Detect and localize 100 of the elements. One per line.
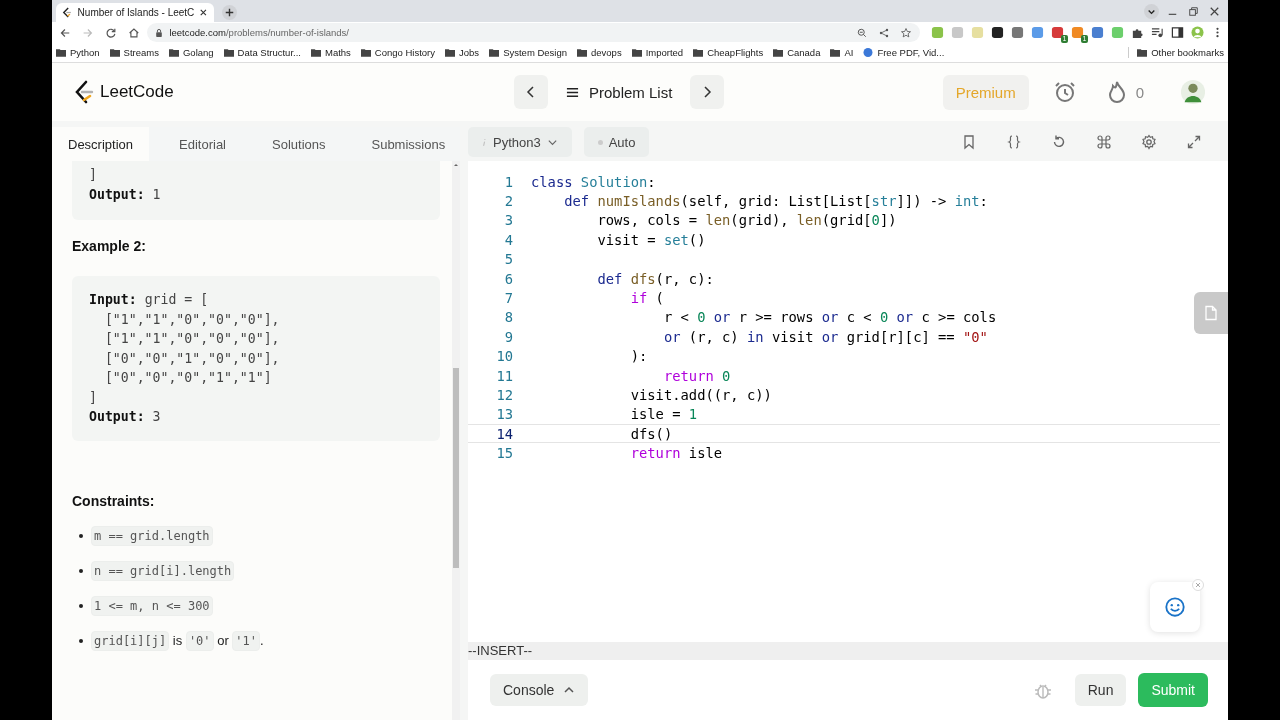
line-number: 10 bbox=[495, 348, 513, 365]
chat-button[interactable] bbox=[1150, 582, 1200, 632]
bullet-icon bbox=[79, 638, 83, 643]
status-bar: --INSERT-- bbox=[468, 642, 1228, 660]
bookmark-folder[interactable]: Data Structur... bbox=[223, 47, 301, 58]
previous-button[interactable] bbox=[514, 75, 548, 109]
zoom-icon[interactable] bbox=[856, 26, 868, 39]
next-button[interactable] bbox=[690, 75, 725, 109]
logo-icon[interactable] bbox=[74, 80, 94, 104]
code-line: def numIslands(self, grid: List[List[str]]) -> int: bbox=[563, 193, 988, 210]
inline-code: grid[i][j] bbox=[91, 630, 170, 651]
bookmark-folder[interactable]: Jobs bbox=[445, 47, 480, 58]
bookmark-folder[interactable]: Imported bbox=[631, 47, 684, 58]
new-tab-icon[interactable] bbox=[222, 5, 237, 20]
panel-tab[interactable]: Description bbox=[52, 127, 150, 161]
bookmark-folder[interactable]: Canada bbox=[773, 47, 821, 58]
close-icon[interactable] bbox=[199, 8, 208, 17]
example-line: ["1","1","0","0","0"], bbox=[103, 330, 281, 348]
panel-tab[interactable]: Editorial bbox=[163, 127, 242, 161]
puzzle-icon[interactable] bbox=[1131, 26, 1144, 39]
folder-icon bbox=[631, 48, 642, 57]
line-number: 1 bbox=[503, 173, 513, 190]
folder-icon bbox=[773, 48, 784, 57]
bookmark-folder[interactable]: Golang bbox=[168, 47, 214, 58]
bookmark-folder[interactable]: AI bbox=[830, 47, 854, 58]
example-heading: Example 2: bbox=[72, 238, 147, 254]
bookmark-folder[interactable]: devops bbox=[577, 47, 622, 58]
folder-icon bbox=[310, 48, 321, 57]
example-line: ["1","1","0","0","0"], bbox=[103, 310, 281, 329]
streak-count: 0 bbox=[1135, 83, 1144, 101]
media-icon[interactable] bbox=[1151, 26, 1164, 39]
line-number: 4 bbox=[503, 231, 513, 248]
code-line: def dfs(r, c): bbox=[596, 270, 714, 287]
star-icon[interactable] bbox=[900, 26, 912, 39]
example-line: Input: grid = [ bbox=[89, 291, 210, 309]
side-panel-icon[interactable] bbox=[1171, 26, 1184, 39]
folder-icon bbox=[109, 48, 120, 57]
file-icon bbox=[1203, 305, 1219, 321]
code-line: class Solution: bbox=[531, 173, 656, 190]
logo-icon bbox=[62, 7, 73, 18]
tab-search-icon[interactable] bbox=[1144, 4, 1159, 19]
inline-code: '1' bbox=[232, 630, 261, 651]
line-number: 7 bbox=[503, 290, 513, 307]
code-line: r < 0 or r >= rows or c < 0 or c >= cols bbox=[662, 309, 997, 326]
folder-icon bbox=[223, 48, 234, 57]
code-line: ): bbox=[629, 348, 648, 365]
run-button[interactable]: Run bbox=[1074, 674, 1127, 706]
line-number: 8 bbox=[503, 309, 513, 326]
bookmark-folder[interactable]: CheapFlights bbox=[693, 47, 764, 58]
extension-icon[interactable] bbox=[991, 26, 1004, 39]
example-line: ] bbox=[89, 166, 98, 184]
example-line: ["0","0","1","0","0"], bbox=[103, 349, 281, 368]
example-line: Output: 1 bbox=[89, 185, 162, 204]
line-number: 9 bbox=[503, 328, 513, 345]
line-number: 12 bbox=[495, 387, 513, 403]
line-number: 2 bbox=[503, 193, 513, 210]
folder-icon bbox=[577, 48, 587, 57]
code-line: return 0 bbox=[662, 367, 731, 384]
auto-button[interactable]: Auto bbox=[583, 127, 650, 157]
address-bar[interactable]: leetcode.com/problems/number-of-islands/ bbox=[147, 23, 920, 42]
inline-code: n == grid[i].length bbox=[91, 560, 235, 581]
bullet-icon bbox=[79, 568, 83, 573]
code-line: if ( bbox=[629, 290, 664, 307]
example-line: ["0","0","0","1","1"] bbox=[103, 369, 273, 387]
line-number: 5 bbox=[503, 251, 513, 268]
bookmark[interactable]: Free PDF, Vid... bbox=[863, 47, 945, 58]
folder-icon bbox=[445, 48, 456, 57]
inline-code: 1 <= m, n <= 300 bbox=[91, 595, 213, 616]
avatar-icon[interactable] bbox=[1180, 79, 1206, 105]
code-line: visit = set() bbox=[596, 231, 706, 248]
folder-icon bbox=[56, 48, 66, 57]
bookmark-folder[interactable]: System Design bbox=[489, 47, 567, 58]
bookmark-folder[interactable]: Python bbox=[56, 47, 100, 58]
language-dropdown[interactable]: Python3 bbox=[468, 127, 572, 157]
bookmark-folder[interactable]: Other bookmarks bbox=[1128, 47, 1224, 58]
example-line: ] bbox=[89, 388, 98, 407]
code-line: visit.add((r, c)) bbox=[629, 387, 772, 403]
panel-tab[interactable]: Solutions bbox=[256, 127, 342, 161]
smiley-icon bbox=[1164, 596, 1186, 618]
code-line: rows, cols = len(grid), len(grid[0]) bbox=[596, 212, 897, 229]
scrollbar[interactable] bbox=[452, 161, 460, 720]
constraint-text: . bbox=[260, 633, 264, 648]
code-line: dfs() bbox=[629, 425, 673, 442]
bookmark-folder[interactable]: Maths bbox=[310, 47, 351, 58]
bookmark-folder[interactable]: Streams bbox=[109, 47, 159, 58]
problem-list-button[interactable]: Problem List bbox=[556, 83, 683, 101]
panel-tab[interactable]: Submissions bbox=[355, 127, 462, 161]
browser-tab[interactable]: Number of Islands - LeetC bbox=[56, 3, 214, 22]
info-icon bbox=[482, 136, 487, 148]
folder-icon bbox=[830, 48, 841, 57]
restore-icon[interactable] bbox=[1186, 4, 1201, 19]
site-icon bbox=[863, 48, 874, 57]
logo-text[interactable]: LeetCode bbox=[100, 82, 174, 102]
share-icon[interactable] bbox=[878, 26, 890, 39]
folder-icon bbox=[360, 48, 371, 57]
console-button[interactable]: Console bbox=[490, 674, 589, 706]
code-line: return isle bbox=[629, 445, 723, 462]
lock-icon bbox=[155, 27, 164, 38]
bullet-icon bbox=[79, 603, 83, 608]
bookmark-folder[interactable]: Congo History bbox=[360, 47, 436, 58]
